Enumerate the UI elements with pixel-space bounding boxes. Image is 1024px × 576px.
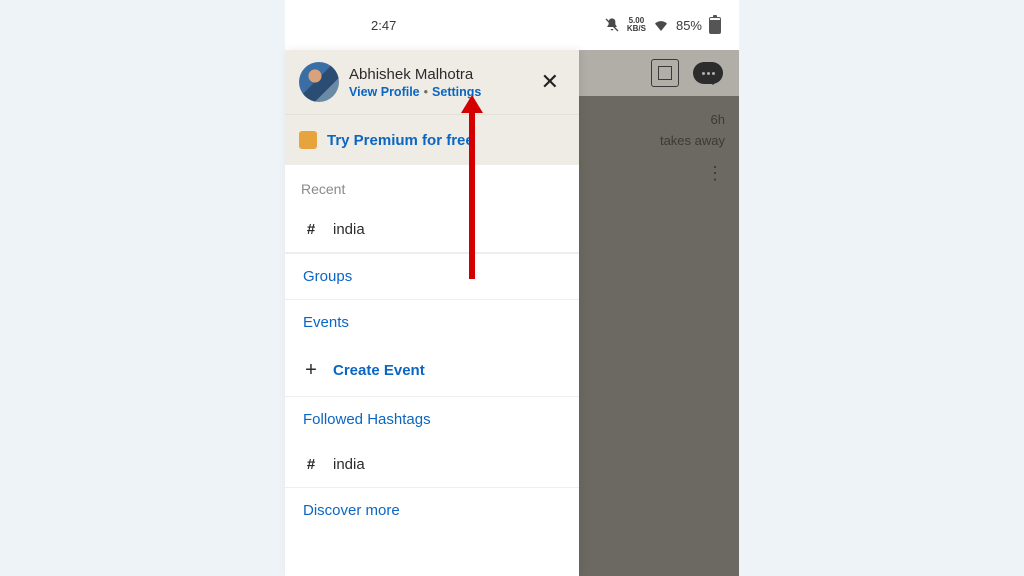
- hashtag-item-text: india: [333, 456, 365, 473]
- feed-snippet: takes away: [660, 133, 725, 148]
- close-icon[interactable]: ✕: [535, 65, 565, 99]
- hashtag-icon: #: [303, 456, 319, 473]
- battery-icon: [709, 17, 721, 34]
- avatar[interactable]: [299, 62, 339, 102]
- mute-icon: [604, 17, 620, 33]
- qr-scan-icon[interactable]: [651, 59, 679, 87]
- battery-percent: 85%: [676, 18, 702, 33]
- clock-time: 2:47: [371, 18, 396, 33]
- recent-section-label: Recent: [285, 165, 579, 207]
- drawer-header: Abhishek Malhotra View Profile•Settings …: [285, 50, 579, 115]
- hashtag-icon: #: [303, 221, 319, 238]
- more-icon[interactable]: ⋮: [660, 170, 725, 176]
- messages-icon[interactable]: [693, 62, 723, 84]
- followed-hashtags-link[interactable]: Followed Hashtags: [285, 397, 579, 442]
- view-profile-link[interactable]: View Profile: [349, 85, 420, 99]
- phone-frame: 2:47 5.00 KB/S 85% 6: [285, 0, 739, 576]
- wifi-icon: [653, 19, 669, 31]
- premium-label: Try Premium for free: [327, 132, 474, 149]
- status-bar: 2:47 5.00 KB/S 85%: [285, 0, 739, 50]
- feed-card-peek: 6h takes away ⋮: [660, 112, 725, 176]
- feed-age: 6h: [660, 112, 725, 127]
- premium-upsell[interactable]: Try Premium for free: [285, 115, 579, 165]
- plus-icon: +: [303, 359, 319, 382]
- events-link[interactable]: Events: [285, 300, 579, 345]
- recent-item-text: india: [333, 221, 365, 238]
- create-event[interactable]: + Create Event: [285, 345, 579, 397]
- screenshot-stage: 2:47 5.00 KB/S 85% 6: [0, 0, 1024, 576]
- network-rate: 5.00 KB/S: [627, 17, 646, 33]
- groups-link[interactable]: Groups: [285, 253, 579, 300]
- annotation-arrow: [469, 111, 475, 279]
- profile-name: Abhishek Malhotra: [349, 66, 525, 83]
- status-icons: 5.00 KB/S 85%: [604, 17, 721, 34]
- recent-item[interactable]: # india: [285, 207, 579, 253]
- navigation-drawer: Abhishek Malhotra View Profile•Settings …: [285, 50, 579, 576]
- discover-more-link[interactable]: Discover more: [285, 488, 579, 533]
- premium-badge-icon: [299, 131, 317, 149]
- hashtag-item[interactable]: # india: [285, 442, 579, 488]
